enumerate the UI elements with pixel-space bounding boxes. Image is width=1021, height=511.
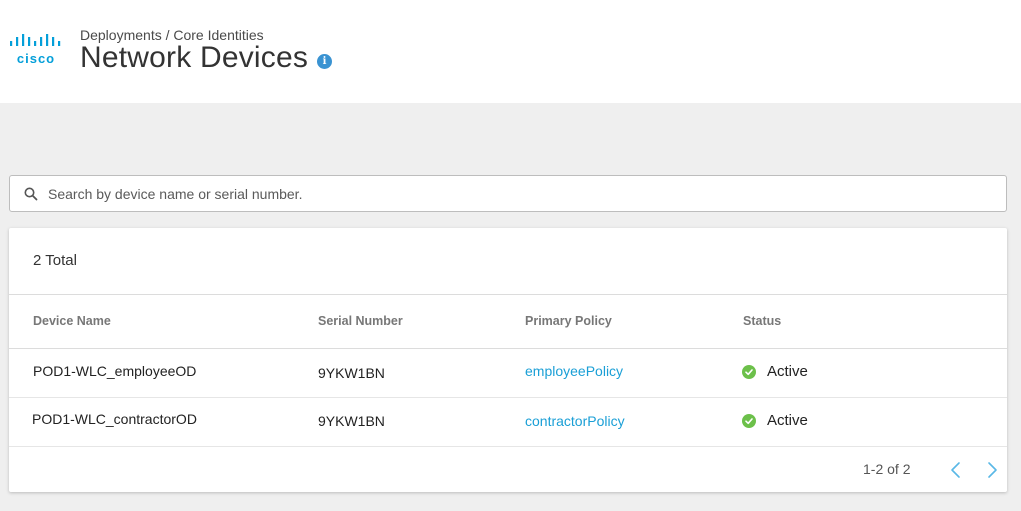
chevron-right-icon [988,462,997,478]
divider [9,446,1007,447]
serial-number-cell: 9YKW1BN [318,365,385,381]
search-input[interactable] [48,185,948,202]
primary-policy-link[interactable]: employeePolicy [525,363,623,379]
check-circle-icon [742,413,756,428]
status-text: Active [767,363,808,380]
status-text: Active [767,412,808,429]
device-name-cell: POD1-WLC_contractorOD [32,411,197,427]
column-header-serial-number[interactable]: Serial Number [318,314,403,328]
primary-policy-link[interactable]: contractorPolicy [525,413,625,429]
info-icon[interactable]: i [317,53,333,69]
logo-text: cisco [16,51,56,66]
search-box[interactable] [9,175,1007,212]
device-name-cell: POD1-WLC_employeeOD [33,363,197,379]
table-row[interactable]: POD1-WLC_employeeOD 9YKW1BN employeePoli… [9,349,1007,398]
cisco-logo-bars [10,34,61,46]
check-circle-icon [742,364,756,379]
page-header: cisco Deployments / Core Identities Netw… [0,0,1021,103]
previous-page-button[interactable] [949,461,963,479]
total-count: 2 Total [33,252,77,269]
pagination-range: 1-2 of 2 [863,461,911,477]
divider [9,294,1007,295]
search-icon [24,187,38,200]
status-badge: Active [742,412,808,429]
devices-card: 2 Total Device Name Serial Number Primar… [9,228,1007,492]
cisco-logo-icon[interactable]: cisco [6,34,62,68]
column-header-primary-policy[interactable]: Primary Policy [525,314,612,328]
page-title: Network Devices [80,41,309,74]
chevron-left-icon [951,462,960,478]
page-title-wrap: Network Devices i [80,41,333,75]
column-header-device-name[interactable]: Device Name [33,314,111,328]
next-page-button[interactable] [985,461,999,479]
status-badge: Active [742,363,808,380]
column-header-status[interactable]: Status [743,314,781,328]
table-row[interactable]: POD1-WLC_contractorOD 9YKW1BN contractor… [9,398,1007,447]
serial-number-cell: 9YKW1BN [318,413,385,429]
